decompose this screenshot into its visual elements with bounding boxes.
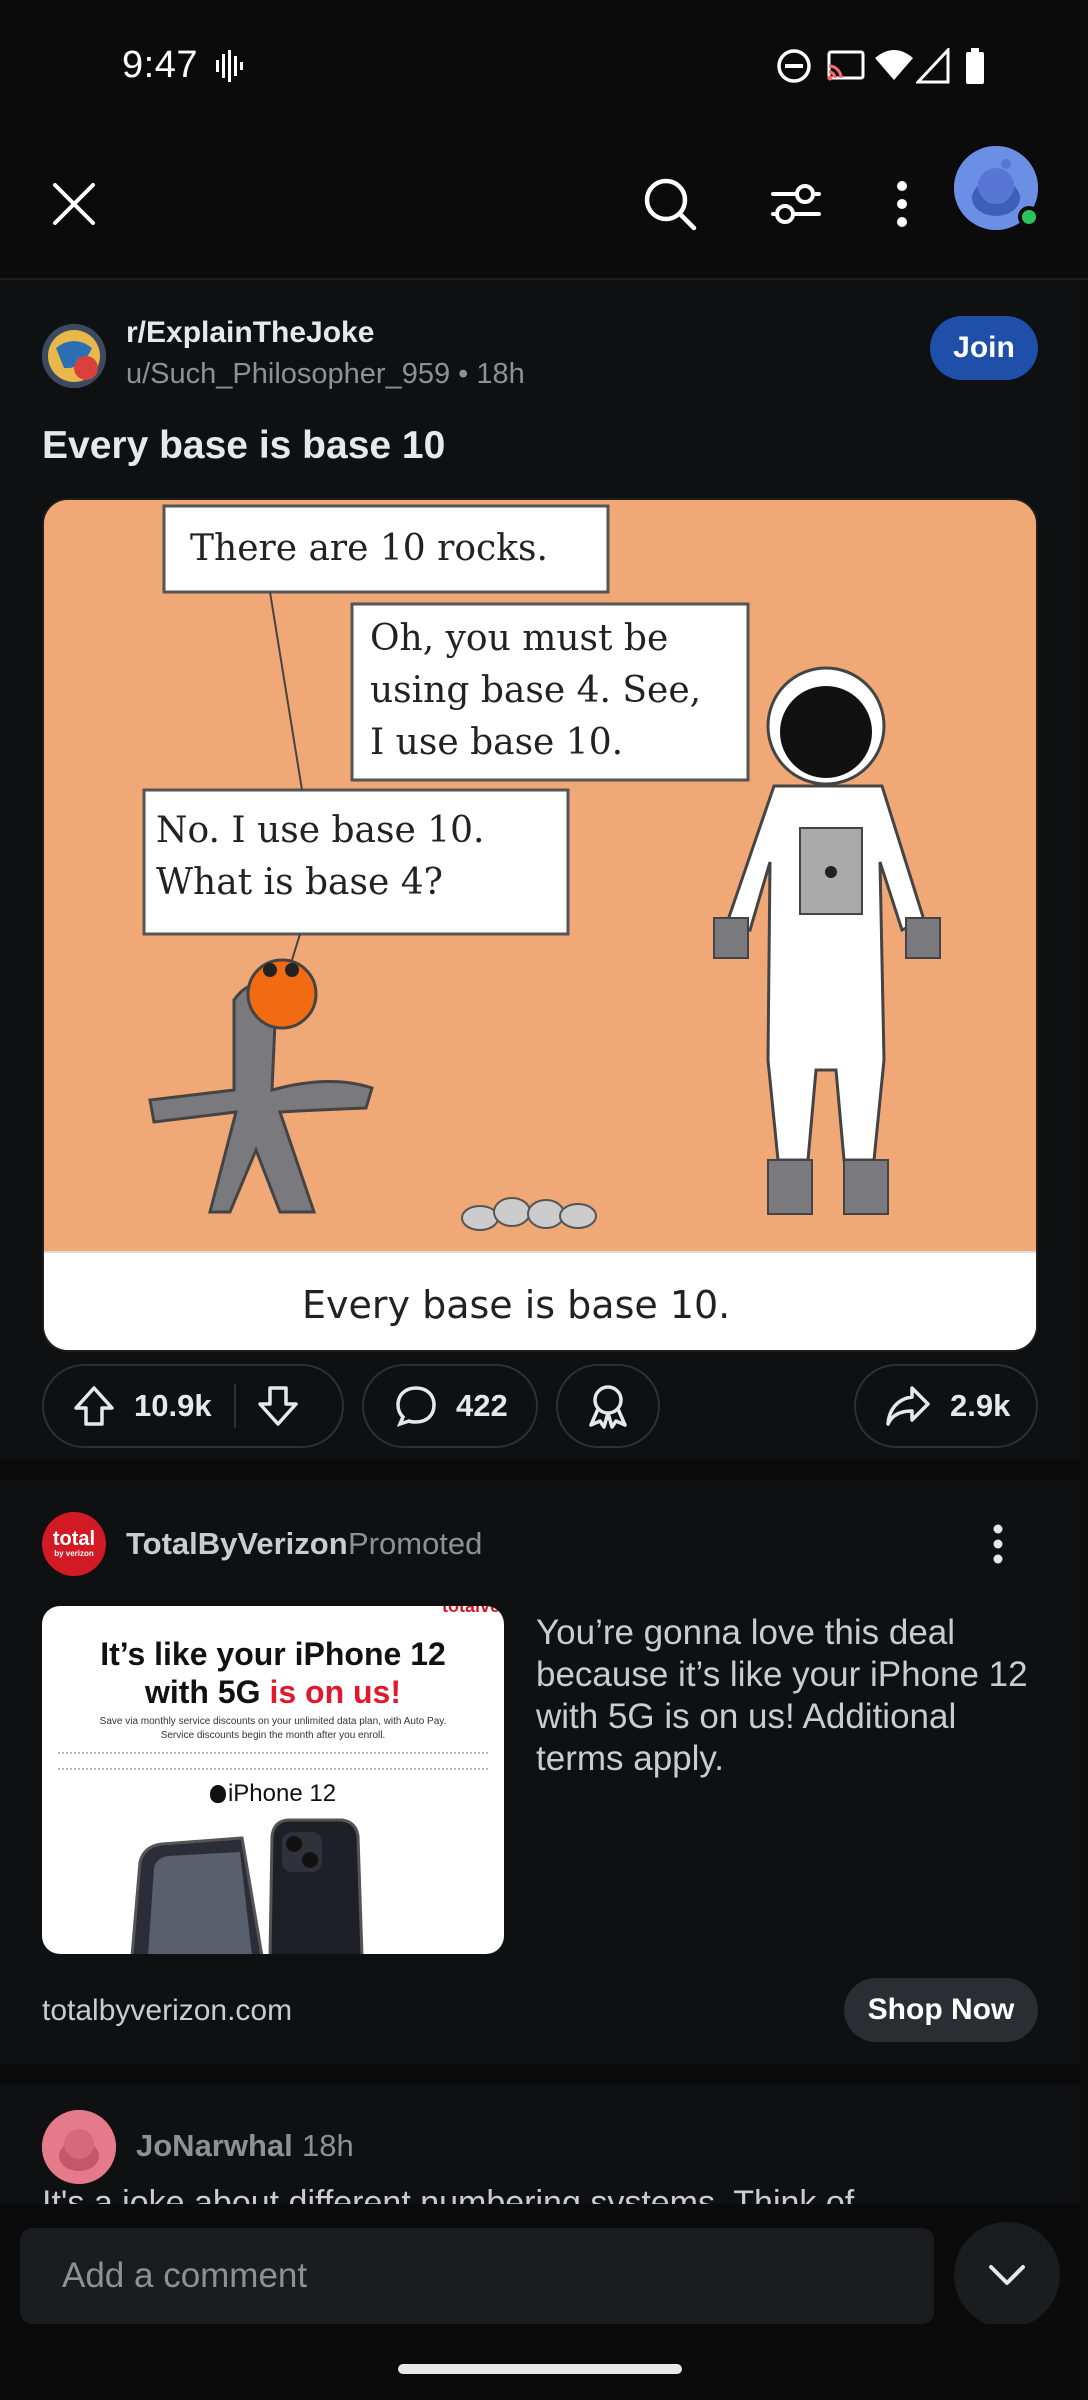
battery-icon [966,48,984,84]
online-status-indicator [1018,206,1040,228]
ad-image-headline-2a: with 5G [144,1674,270,1710]
collapse-button[interactable] [954,2222,1060,2328]
gesture-nav-handle[interactable] [398,2364,682,2374]
advertiser-logo-subtext: by verizon [54,1549,94,1558]
comment-composer-bar: Add a comment [0,2204,1088,2328]
comic-image: There are 10 rocks. Oh, you must be usin… [44,500,1036,1350]
search-icon [644,178,697,231]
navigation-bar [0,2324,1088,2400]
more-vertical-icon [897,181,907,227]
ad-image[interactable]: totalverizon It’s like your iPhone 12 wi… [42,1606,504,1954]
comic-bubble-1: There are 10 rocks. [190,528,548,569]
comment-count: 422 [456,1388,508,1423]
upvote-count: 10.9k [134,1388,212,1423]
comic-bubble-2-line-3: I use base 10. [370,722,623,763]
sort-filter-button[interactable] [760,170,832,238]
vibrate-icon [216,50,243,82]
ad-image-product: iPhone 12 [42,1780,504,1808]
post-title: Every base is base 10 [42,424,446,467]
promoted-label: Promoted [348,1526,483,1561]
advertiser-logo-text: total [52,1528,96,1550]
comic-bubble-3-line-2: What is base 4? [156,862,443,903]
share-count: 2.9k [950,1388,1011,1423]
commenter-avatar[interactable] [42,2110,116,2184]
ad-image-headline-2: with 5G is on us! [42,1674,504,1711]
post-image[interactable]: There are 10 rocks. Oh, you must be usin… [42,498,1038,1352]
status-time: 9:47 [122,44,198,86]
share-button[interactable]: 2.9k [854,1364,1038,1448]
snoo-avatar-icon [42,2110,116,2184]
post-card[interactable]: r/ExplainTheJoke u/Such_Philosopher_959 … [0,280,1080,1460]
promoted-ad-card[interactable]: total by verizon TotalByVerizon Promoted… [0,1480,1080,2064]
subreddit-avatar[interactable] [42,324,106,388]
award-button[interactable] [556,1364,660,1448]
cellular-signal-icon [916,48,950,84]
award-icon [589,1385,627,1429]
subreddit-icon [42,324,106,388]
ad-image-headline-2b: is on us! [269,1674,401,1710]
ad-image-sub-1: Save via monthly service discounts on yo… [99,1716,447,1727]
cast-icon [827,50,865,81]
search-button[interactable] [636,170,704,238]
sort-icon [771,184,821,224]
vote-bar: 10.9k [42,1364,344,1448]
chevron-down-icon [989,2265,1025,2285]
advertiser-avatar[interactable]: total by verizon [42,1512,106,1576]
close-icon [53,183,95,225]
do-not-disturb-icon [777,49,811,83]
top-app-bar [0,130,1088,280]
subreddit-name[interactable]: r/ExplainTheJoke [126,316,374,350]
shop-now-button[interactable]: Shop Now [844,1978,1038,2042]
more-options-button[interactable] [872,170,932,238]
comments-button[interactable]: 422 [362,1364,538,1448]
post-author-time[interactable]: u/Such_Philosopher_959 • 18h [126,358,525,391]
ad-image-sub-2: Service discounts begin the month after … [160,1730,386,1741]
ad-image-fineprint [58,1752,488,1770]
comic-bubble-2-line-1: Oh, you must be [370,618,668,659]
iphone-illustration [130,1818,364,1954]
upvote-icon[interactable] [72,1384,116,1428]
join-button[interactable]: Join [930,316,1038,380]
ad-image-brand: totalverizon [442,1606,504,1616]
ad-image-headline-1: It’s like your iPhone 12 [100,1636,446,1672]
advertiser-name[interactable]: TotalByVerizon [126,1526,348,1562]
comic-caption: Every base is base 10. [302,1283,730,1327]
comic-bubble-3-line-1: No. I use base 10. [156,810,484,851]
ad-more-options-button[interactable] [976,1514,1020,1574]
add-comment-input[interactable]: Add a comment [20,2228,934,2324]
ad-image-product-name: iPhone 12 [227,1780,337,1807]
ad-body-text: You’re gonna love this deal because it’s… [536,1613,1028,1778]
comment-icon [396,1386,436,1427]
downvote-icon[interactable] [256,1384,300,1428]
vote-divider [233,1384,236,1428]
apple-logo-icon [209,1785,226,1803]
share-icon [886,1386,930,1426]
comic-bubble-2-line-2: using base 4. See, [370,670,701,711]
close-button[interactable] [42,172,106,236]
more-vertical-icon [993,1524,1003,1564]
wifi-icon [875,50,913,80]
comment-time: 18h [302,2128,354,2163]
comment-author[interactable]: JoNarwhal [136,2128,293,2164]
ad-domain[interactable]: totalbyverizon.com [42,1994,292,2028]
user-avatar[interactable] [954,146,1040,230]
status-bar: 9:47 [0,0,1088,130]
